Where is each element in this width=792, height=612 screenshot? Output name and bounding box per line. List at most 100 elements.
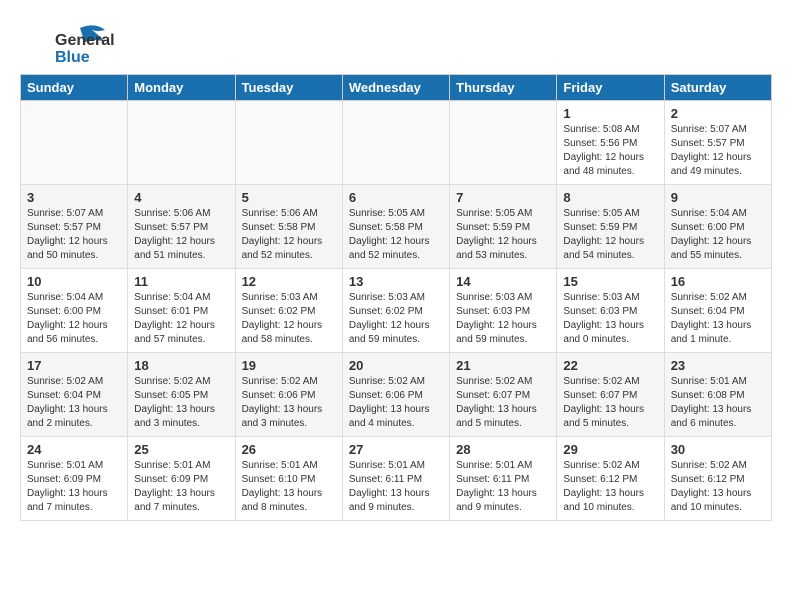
calendar-cell: 18 Sunrise: 5:02 AM Sunset: 6:05 PM Dayli… (128, 353, 235, 437)
col-header-friday: Friday (557, 75, 664, 101)
day-info: Sunrise: 5:05 AM Sunset: 5:59 PM Dayligh… (456, 207, 550, 263)
calendar-cell: 6Sunrise: 5:05 AM Sunset: 5:58 PM Daylig… (342, 185, 449, 269)
day-info: Sunrise: 5:07 AM Sunset: 5:57 PM Dayligh… (27, 207, 121, 263)
day-number: 3 (27, 190, 121, 205)
day-info: Sunrise: 5:02 AM Sunset: 6:04 PM Dayligh… (27, 375, 121, 431)
calendar-cell: 26 Sunrise: 5:01 AM Sunset: 6:10 PM Dayli… (235, 437, 342, 521)
day-info: Sunrise: 5:03 AM Sunset: 6:02 PM Dayligh… (349, 291, 443, 347)
day-number: 4 (134, 190, 228, 205)
day-info: Sunrise: 5:03 AM Sunset: 6:03 PM Dayligh… (563, 291, 657, 347)
day-number: 12 (242, 274, 336, 289)
calendar-cell: 11 Sunrise: 5:04 AM Sunset: 6:01 PM Dayli… (128, 269, 235, 353)
day-number: 24 (27, 442, 121, 457)
day-info: Sunrise: 5:03 AM Sunset: 6:02 PM Dayligh… (242, 291, 336, 347)
day-number: 1 (563, 106, 657, 121)
svg-text:General: General (55, 32, 115, 49)
calendar-week-3: 10Sunrise: 5:04 AM Sunset: 6:00 PM Dayli… (21, 269, 772, 353)
day-info: Sunrise: 5:01 AM Sunset: 6:09 PM Dayligh… (134, 459, 228, 515)
calendar-cell: 25Sunrise: 5:01 AM Sunset: 6:09 PM Dayli… (128, 437, 235, 521)
day-number: 26 (242, 442, 336, 457)
day-number: 16 (671, 274, 765, 289)
day-number: 23 (671, 358, 765, 373)
calendar-cell: 21Sunrise: 5:02 AM Sunset: 6:07 PM Dayli… (450, 353, 557, 437)
day-number: 13 (349, 274, 443, 289)
logo: General Blue (20, 20, 130, 70)
day-info: Sunrise: 5:02 AM Sunset: 6:06 PM Dayligh… (242, 375, 336, 431)
calendar-cell: 1 Sunrise: 5:08 AM Sunset: 5:56 PM Daylig… (557, 101, 664, 185)
day-number: 5 (242, 190, 336, 205)
calendar-week-2: 3 Sunrise: 5:07 AM Sunset: 5:57 PM Daylig… (21, 185, 772, 269)
calendar-cell: 3 Sunrise: 5:07 AM Sunset: 5:57 PM Daylig… (21, 185, 128, 269)
day-number: 15 (563, 274, 657, 289)
day-info: Sunrise: 5:01 AM Sunset: 6:10 PM Dayligh… (242, 459, 336, 515)
day-number: 6 (349, 190, 443, 205)
col-header-thursday: Thursday (450, 75, 557, 101)
col-header-tuesday: Tuesday (235, 75, 342, 101)
day-info: Sunrise: 5:06 AM Sunset: 5:58 PM Dayligh… (242, 207, 336, 263)
day-number: 7 (456, 190, 550, 205)
day-number: 29 (563, 442, 657, 457)
day-info: Sunrise: 5:01 AM Sunset: 6:09 PM Dayligh… (27, 459, 121, 515)
day-info: Sunrise: 5:04 AM Sunset: 6:01 PM Dayligh… (134, 291, 228, 347)
calendar-cell: 5 Sunrise: 5:06 AM Sunset: 5:58 PM Daylig… (235, 185, 342, 269)
day-number: 14 (456, 274, 550, 289)
calendar-cell: 10Sunrise: 5:04 AM Sunset: 6:00 PM Dayli… (21, 269, 128, 353)
day-info: Sunrise: 5:07 AM Sunset: 5:57 PM Dayligh… (671, 123, 765, 179)
calendar-cell (450, 101, 557, 185)
calendar-cell: 29 Sunrise: 5:02 AM Sunset: 6:12 PM Dayli… (557, 437, 664, 521)
calendar-cell: 8 Sunrise: 5:05 AM Sunset: 5:59 PM Daylig… (557, 185, 664, 269)
col-header-wednesday: Wednesday (342, 75, 449, 101)
calendar-cell: 4 Sunrise: 5:06 AM Sunset: 5:57 PM Daylig… (128, 185, 235, 269)
calendar-cell: 16Sunrise: 5:02 AM Sunset: 6:04 PM Dayli… (664, 269, 771, 353)
svg-text:Blue: Blue (55, 49, 90, 66)
day-info: Sunrise: 5:04 AM Sunset: 6:00 PM Dayligh… (671, 207, 765, 263)
col-header-saturday: Saturday (664, 75, 771, 101)
day-number: 2 (671, 106, 765, 121)
day-number: 30 (671, 442, 765, 457)
calendar-cell: 2 Sunrise: 5:07 AM Sunset: 5:57 PM Daylig… (664, 101, 771, 185)
calendar: SundayMondayTuesdayWednesdayThursdayFrid… (20, 74, 772, 521)
day-number: 27 (349, 442, 443, 457)
calendar-cell: 30 Sunrise: 5:02 AM Sunset: 6:12 PM Dayli… (664, 437, 771, 521)
calendar-cell: 14Sunrise: 5:03 AM Sunset: 6:03 PM Dayli… (450, 269, 557, 353)
day-info: Sunrise: 5:08 AM Sunset: 5:56 PM Dayligh… (563, 123, 657, 179)
day-info: Sunrise: 5:02 AM Sunset: 6:07 PM Dayligh… (563, 375, 657, 431)
calendar-cell: 15 Sunrise: 5:03 AM Sunset: 6:03 PM Dayli… (557, 269, 664, 353)
calendar-cell (21, 101, 128, 185)
logo-svg: General Blue (20, 20, 130, 70)
day-number: 8 (563, 190, 657, 205)
calendar-week-5: 24 Sunrise: 5:01 AM Sunset: 6:09 PM Dayli… (21, 437, 772, 521)
day-number: 20 (349, 358, 443, 373)
day-info: Sunrise: 5:01 AM Sunset: 6:08 PM Dayligh… (671, 375, 765, 431)
calendar-cell: 19Sunrise: 5:02 AM Sunset: 6:06 PM Dayli… (235, 353, 342, 437)
col-header-monday: Monday (128, 75, 235, 101)
day-info: Sunrise: 5:06 AM Sunset: 5:57 PM Dayligh… (134, 207, 228, 263)
day-info: Sunrise: 5:02 AM Sunset: 6:05 PM Dayligh… (134, 375, 228, 431)
day-number: 11 (134, 274, 228, 289)
calendar-cell: 20Sunrise: 5:02 AM Sunset: 6:06 PM Dayli… (342, 353, 449, 437)
calendar-cell: 13 Sunrise: 5:03 AM Sunset: 6:02 PM Dayli… (342, 269, 449, 353)
calendar-cell: 28Sunrise: 5:01 AM Sunset: 6:11 PM Dayli… (450, 437, 557, 521)
day-info: Sunrise: 5:02 AM Sunset: 6:12 PM Dayligh… (671, 459, 765, 515)
day-info: Sunrise: 5:02 AM Sunset: 6:07 PM Dayligh… (456, 375, 550, 431)
calendar-cell: 7 Sunrise: 5:05 AM Sunset: 5:59 PM Daylig… (450, 185, 557, 269)
calendar-cell: 22 Sunrise: 5:02 AM Sunset: 6:07 PM Dayli… (557, 353, 664, 437)
calendar-cell (342, 101, 449, 185)
calendar-cell: 24 Sunrise: 5:01 AM Sunset: 6:09 PM Dayli… (21, 437, 128, 521)
day-number: 22 (563, 358, 657, 373)
calendar-cell: 23 Sunrise: 5:01 AM Sunset: 6:08 PM Dayli… (664, 353, 771, 437)
day-info: Sunrise: 5:02 AM Sunset: 6:12 PM Dayligh… (563, 459, 657, 515)
calendar-week-1: 1 Sunrise: 5:08 AM Sunset: 5:56 PM Daylig… (21, 101, 772, 185)
day-info: Sunrise: 5:05 AM Sunset: 5:59 PM Dayligh… (563, 207, 657, 263)
day-info: Sunrise: 5:01 AM Sunset: 6:11 PM Dayligh… (456, 459, 550, 515)
calendar-cell: 17 Sunrise: 5:02 AM Sunset: 6:04 PM Dayli… (21, 353, 128, 437)
calendar-cell: 12 Sunrise: 5:03 AM Sunset: 6:02 PM Dayli… (235, 269, 342, 353)
header: General Blue (20, 20, 772, 70)
day-number: 9 (671, 190, 765, 205)
day-number: 18 (134, 358, 228, 373)
day-number: 10 (27, 274, 121, 289)
calendar-cell: 9 Sunrise: 5:04 AM Sunset: 6:00 PM Daylig… (664, 185, 771, 269)
day-info: Sunrise: 5:01 AM Sunset: 6:11 PM Dayligh… (349, 459, 443, 515)
calendar-cell (235, 101, 342, 185)
day-number: 17 (27, 358, 121, 373)
